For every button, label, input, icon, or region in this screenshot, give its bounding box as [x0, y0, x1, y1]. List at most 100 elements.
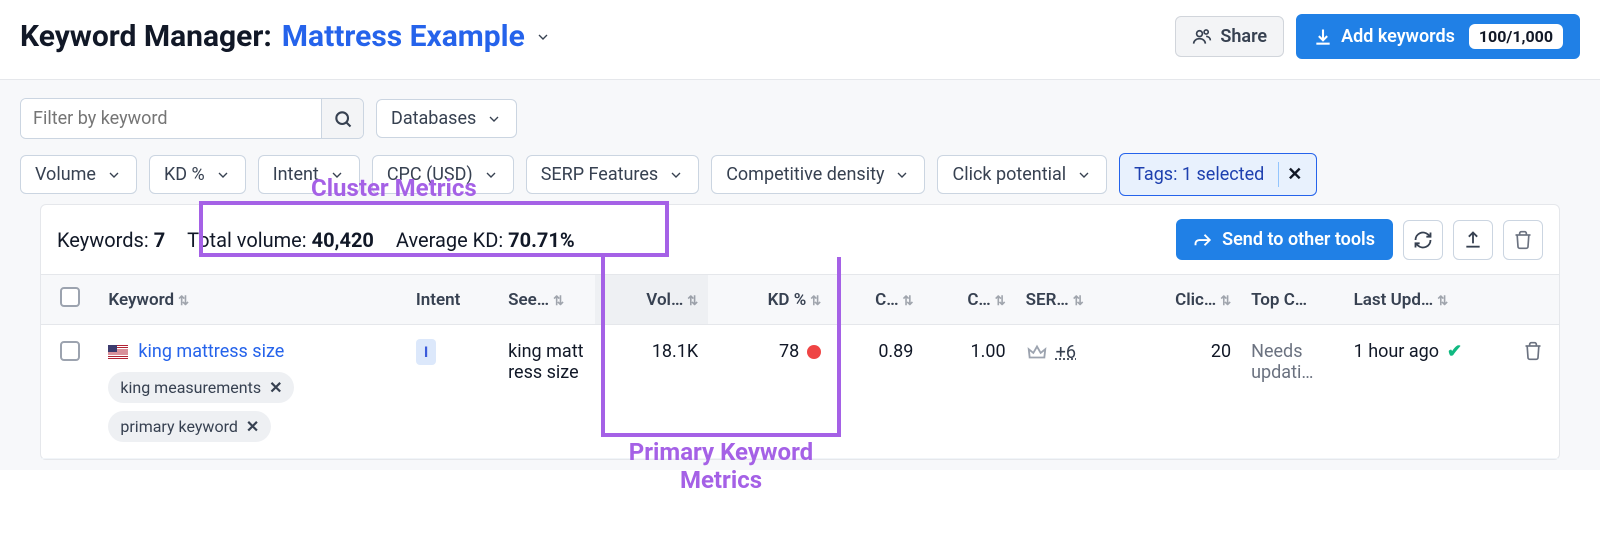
sort-icon: ⇅	[810, 294, 821, 309]
remove-tag-icon[interactable]: ✕	[269, 378, 282, 397]
check-icon: ✔	[1447, 341, 1462, 362]
avg-kd-label: Average KD:	[396, 228, 503, 252]
row-checkbox[interactable]	[60, 341, 80, 361]
serp-filter[interactable]: SERP Features	[526, 155, 700, 194]
col-intent[interactable]: Intent	[416, 290, 460, 310]
click-label: Click potential	[952, 164, 1066, 185]
us-flag-icon	[108, 345, 128, 359]
col-volume[interactable]: Vol…	[646, 290, 683, 310]
sort-icon: ⇅	[995, 294, 1006, 309]
chevron-down-icon	[668, 167, 684, 183]
databases-label: Databases	[391, 108, 476, 129]
col-top-competitor[interactable]: Top C…	[1251, 290, 1307, 310]
keywords-table: Keyword⇅ Intent See…⇅ Vol…⇅ KD %⇅ C…⇅ C……	[41, 274, 1559, 459]
tag-chip[interactable]: king measurements ✕	[108, 372, 294, 403]
select-all-checkbox[interactable]	[60, 287, 80, 307]
export-button[interactable]	[1453, 220, 1493, 260]
search-button[interactable]	[321, 99, 363, 138]
sort-icon: ⇅	[1073, 294, 1084, 309]
serp-features[interactable]: +6	[1026, 341, 1076, 363]
keywords-label: Keywords:	[57, 228, 149, 252]
sort-icon: ⇅	[903, 294, 914, 309]
people-icon	[1192, 27, 1212, 47]
search-input[interactable]	[21, 99, 321, 138]
col-seed[interactable]: See…	[508, 290, 549, 310]
volume-filter[interactable]: Volume	[20, 155, 137, 194]
download-icon	[1313, 27, 1333, 47]
sort-icon: ⇅	[553, 294, 564, 309]
clear-tags-button[interactable]: ✕	[1278, 162, 1310, 187]
add-keywords-button[interactable]: Add keywords 100/1,000	[1296, 14, 1580, 59]
col-cpc[interactable]: C…	[875, 290, 898, 310]
sort-icon: ⇅	[1437, 294, 1448, 309]
intent-filter[interactable]: Intent	[258, 155, 360, 194]
page-title: Keyword Manager: Mattress Example	[20, 19, 551, 54]
tag-label: primary keyword	[120, 417, 237, 436]
filter-toolbar: Databases Volume KD % Intent CPC (USD) S…	[0, 80, 1600, 470]
total-volume-value: 40,420	[312, 228, 374, 252]
density-label: Competitive density	[726, 164, 884, 185]
tags-filter-selected[interactable]: Tags: 1 selected ✕	[1119, 153, 1317, 196]
avg-kd-value: 70.71%	[508, 228, 574, 252]
page-header: Keyword Manager: Mattress Example Share …	[0, 0, 1600, 80]
cpc-filter[interactable]: CPC (USD)	[372, 155, 514, 194]
click-potential-value: 20	[1211, 341, 1231, 362]
col-updated[interactable]: Last Upd…	[1354, 290, 1434, 310]
share-button[interactable]: Share	[1175, 16, 1284, 57]
keywords-count: 7	[154, 228, 165, 252]
keyword-tags: king measurements ✕ primary keyword ✕	[108, 372, 395, 442]
crown-icon	[1026, 341, 1048, 363]
sort-icon: ⇅	[178, 294, 189, 309]
title-prefix: Keyword Manager:	[20, 19, 272, 54]
arrow-right-icon	[1194, 231, 1212, 249]
chevron-down-icon	[486, 111, 502, 127]
kd-difficulty-dot	[807, 345, 821, 359]
keyword-search	[20, 98, 364, 139]
delete-row-button[interactable]	[1523, 345, 1543, 366]
kd-filter[interactable]: KD %	[149, 155, 246, 194]
share-label: Share	[1220, 26, 1267, 47]
send-to-tools-button[interactable]: Send to other tools	[1176, 219, 1393, 260]
updated-value: 1 hour ago	[1354, 341, 1439, 362]
density-value: 1.00	[971, 341, 1006, 362]
cpc-label: CPC (USD)	[387, 164, 473, 185]
results-panel: Cluster Metrics Keywords: 7 Total volume…	[40, 204, 1560, 460]
summary-metrics: Keywords: 7 Total volume: 40,420 Average…	[57, 228, 575, 252]
top-competitor-value: Needs updati…	[1251, 341, 1313, 383]
col-serp[interactable]: SER…	[1026, 290, 1069, 310]
click-potential-filter[interactable]: Click potential	[937, 155, 1107, 194]
tag-label: king measurements	[120, 378, 261, 397]
search-icon	[333, 109, 353, 129]
col-click[interactable]: Clic…	[1175, 290, 1216, 310]
databases-filter[interactable]: Databases	[376, 99, 517, 138]
trash-icon	[1513, 230, 1533, 250]
list-name-dropdown[interactable]: Mattress Example	[282, 19, 551, 54]
send-label: Send to other tools	[1222, 229, 1375, 250]
keyword-link[interactable]: king mattress size	[138, 341, 284, 362]
trash-icon	[1523, 341, 1543, 361]
delete-all-button[interactable]	[1503, 220, 1543, 260]
sort-icon: ⇅	[1220, 294, 1231, 309]
intent-label: Intent	[273, 164, 319, 185]
tag-chip[interactable]: primary keyword ✕	[108, 411, 271, 442]
col-keyword[interactable]: Keyword	[108, 290, 174, 310]
chevron-down-icon	[1076, 167, 1092, 183]
serp-label: SERP Features	[541, 164, 659, 185]
refresh-button[interactable]	[1403, 220, 1443, 260]
refresh-icon	[1413, 230, 1433, 250]
col-density[interactable]: C…	[967, 290, 990, 310]
remove-tag-icon[interactable]: ✕	[246, 417, 259, 436]
volume-value: 18.1K	[652, 341, 698, 362]
chevron-down-icon	[894, 167, 910, 183]
list-name-label: Mattress Example	[282, 19, 525, 54]
header-actions: Share Add keywords 100/1,000	[1175, 14, 1580, 59]
col-kd[interactable]: KD %	[768, 290, 807, 310]
density-filter[interactable]: Competitive density	[711, 155, 925, 194]
kd-value: 78	[779, 341, 799, 362]
chevron-down-icon	[535, 29, 551, 45]
table-header-row: Keyword⇅ Intent See…⇅ Vol…⇅ KD %⇅ C…⇅ C……	[41, 275, 1559, 325]
serp-more-count[interactable]: +6	[1056, 342, 1076, 363]
upload-icon	[1463, 230, 1483, 250]
seed-keyword: king mattress size	[508, 341, 583, 383]
panel-actions: Send to other tools	[1176, 219, 1543, 260]
